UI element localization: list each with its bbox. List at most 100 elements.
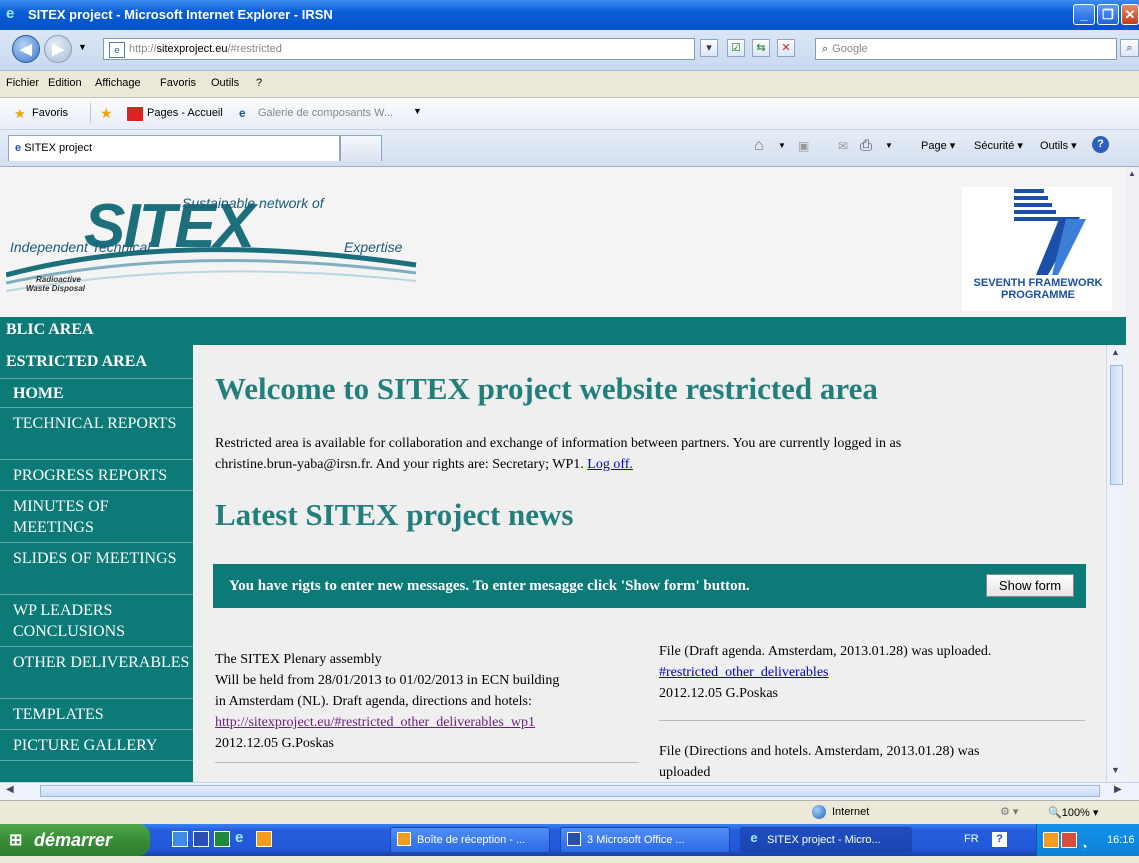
sidebar-item-progress-reports[interactable]: PROGRESS REPORTS — [0, 460, 193, 491]
quicklaunch-outlook-icon[interactable] — [256, 831, 272, 847]
news-heading: Latest SITEX project news — [215, 497, 574, 532]
maximize-button[interactable]: ❐ — [1097, 4, 1119, 25]
scroll-up-icon[interactable]: ▲ — [1128, 169, 1136, 178]
home-dropdown-icon[interactable]: ▼ — [778, 141, 786, 150]
message-bar: You have rigts to enter new messages. To… — [213, 564, 1086, 608]
menu-edition[interactable]: Edition — [48, 77, 82, 89]
sidebar-item-minutes-of-meetings[interactable]: MINUTES OF MEETINGS — [0, 491, 193, 543]
feeds-icon[interactable]: ▣ — [798, 139, 809, 153]
home-icon[interactable]: ⌂ — [754, 137, 764, 155]
restricted-area-link[interactable]: ESTRICTED AREA — [6, 353, 147, 371]
windows-logo-icon: ⊞ — [9, 832, 23, 849]
sidebar-item-templates[interactable]: TEMPLATES — [0, 699, 193, 730]
close-button[interactable]: ✕ — [1121, 4, 1139, 25]
task-sitex-ie[interactable]: e SITEX project - Micro... — [740, 827, 912, 853]
logoff-link[interactable]: Log off. — [587, 457, 633, 472]
sidebar-item-home[interactable]: HOME — [0, 378, 193, 408]
fp7-logo: SEVENTH FRAMEWORK PROGRAMME — [962, 187, 1112, 311]
favorites-button[interactable]: Favoris — [32, 107, 68, 119]
mail-icon[interactable]: ✉ — [838, 139, 848, 153]
scroll-left-icon[interactable]: ◀ — [6, 784, 14, 795]
public-area-link[interactable]: BLIC AREA — [6, 321, 94, 339]
minimize-button[interactable]: _ — [1073, 4, 1095, 25]
print-dropdown-icon[interactable]: ▼ — [885, 141, 893, 150]
tab-sitex-project[interactable]: e SITEX project — [8, 135, 340, 161]
tray-outlook-icon[interactable] — [1043, 832, 1059, 848]
help-tray-icon[interactable]: ? — [992, 832, 1007, 847]
start-button[interactable]: ⊞ démarrer — [0, 824, 150, 856]
system-tray: ◔ 16:16 — [1036, 824, 1139, 856]
menu-favoris[interactable]: Favoris — [160, 77, 196, 89]
deliverables-wp1-link[interactable]: http://sitexproject.eu/#restricted_other… — [215, 715, 535, 730]
quicklaunch-ie-icon[interactable]: e — [235, 829, 243, 846]
sidebar-item-slides-of-meetings[interactable]: SLIDES OF MEETINGS — [0, 543, 193, 595]
internet-zone-icon — [812, 805, 826, 819]
fp7-seven-icon — [1014, 189, 1086, 275]
show-form-button[interactable]: Show form — [986, 574, 1074, 597]
sidebar-item-wp-leaders-conclusions[interactable]: WP LEADERS CONCLUSIONS — [0, 595, 193, 647]
task-inbox[interactable]: Boîte de réception - ... — [390, 827, 550, 853]
ie-tab-icon: e — [15, 142, 22, 154]
refresh-icon[interactable]: ⇆ — [752, 39, 770, 57]
protected-mode-icon[interactable]: ⚙ ▾ — [1000, 805, 1018, 818]
sidebar-item-other-deliverables[interactable]: OTHER DELIVERABLES — [0, 647, 193, 699]
forward-button[interactable]: ▶ — [44, 35, 72, 63]
scroll-down-icon[interactable]: ▼ — [1111, 765, 1120, 775]
favorites-bar: ★ Favoris ★ Pages - Accueil e Galerie de… — [0, 98, 1139, 130]
news-divider — [215, 762, 639, 763]
scroll-thumb[interactable] — [1110, 365, 1123, 485]
sidebar-item-picture-gallery[interactable]: PICTURE GALLERY — [0, 730, 193, 761]
chevron-down-icon[interactable]: ▼ — [413, 106, 422, 116]
search-go-icon[interactable]: ⌕ — [1120, 39, 1139, 57]
menu-fichier[interactable]: Fichier — [6, 77, 39, 89]
horizontal-scrollbar[interactable]: ◀ ▶ — [0, 782, 1139, 800]
page-favicon-icon — [126, 106, 144, 122]
zoom-level[interactable]: 🔍100% ▾ — [1048, 806, 1098, 819]
hscroll-thumb[interactable] — [40, 785, 1100, 797]
security-menu[interactable]: Sécurité ▾ — [974, 139, 1023, 152]
address-dropdown-icon[interactable]: ▾ — [700, 39, 718, 57]
quicklaunch-word-icon[interactable] — [193, 831, 209, 847]
add-favorite-icon[interactable]: ★ — [100, 105, 113, 122]
tray-network-icon[interactable]: ◔ — [1080, 831, 1088, 863]
scroll-right-icon[interactable]: ▶ — [1114, 784, 1122, 795]
history-dropdown-icon[interactable]: ▼ — [78, 42, 87, 52]
favorite-galerie[interactable]: Galerie de composants W... — [258, 107, 393, 119]
help-icon[interactable]: ? — [1092, 136, 1109, 153]
search-input[interactable]: ⌕ Google — [815, 38, 1117, 60]
print-icon[interactable]: ⎙ — [860, 137, 872, 154]
menu-help[interactable]: ? — [256, 77, 262, 89]
new-tab-button[interactable] — [340, 135, 382, 161]
divider — [90, 103, 91, 123]
menu-outils[interactable]: Outils — [211, 77, 239, 89]
welcome-heading: Welcome to SITEX project website restric… — [215, 371, 878, 406]
menu-affichage[interactable]: Affichage — [95, 77, 141, 89]
sidebar-item-technical-reports[interactable]: TECHNICAL REPORTS — [0, 408, 193, 460]
window-title: SITEX project - Microsoft Internet Explo… — [28, 7, 333, 22]
menu-bar: Fichier Edition Affichage Favoris Outils… — [0, 71, 1139, 98]
tray-antivirus-icon[interactable] — [1061, 832, 1077, 848]
quicklaunch-excel-icon[interactable] — [214, 831, 230, 847]
back-button[interactable]: ◀ — [12, 35, 40, 63]
favorites-star-icon: ★ — [14, 106, 26, 121]
intro-text: Restricted area is available for collabo… — [215, 436, 902, 472]
window-title-bar[interactable]: e SITEX project - Microsoft Internet Exp… — [0, 0, 1139, 30]
news-item-draft-agenda: File (Draft agenda. Amsterdam, 2013.01.2… — [659, 644, 992, 701]
scroll-up-icon[interactable]: ▲ — [1111, 347, 1120, 357]
compat-view-icon[interactable]: ☑ — [727, 39, 745, 57]
news-divider — [659, 720, 1085, 721]
stop-icon[interactable]: ✕ — [777, 39, 795, 57]
message-bar-text: You have rigts to enter new messages. To… — [229, 578, 750, 594]
tools-menu[interactable]: Outils ▾ — [1040, 139, 1077, 152]
quicklaunch-desktop-icon[interactable] — [172, 831, 188, 847]
language-indicator[interactable]: FR — [964, 833, 979, 845]
page-menu[interactable]: Page ▾ — [921, 139, 955, 152]
content-scrollbar[interactable]: ▲ ▼ — [1106, 345, 1126, 782]
url-input[interactable]: e http://sitexproject.eu/#restricted — [103, 38, 695, 60]
window-scrollbar[interactable]: ▲ — [1126, 167, 1139, 782]
taskbar: ⊞ démarrer e Boîte de réception - ... 3 … — [0, 824, 1139, 856]
page-icon: e — [109, 42, 125, 58]
task-office[interactable]: 3 Microsoft Office ... — [560, 827, 730, 853]
other-deliverables-link[interactable]: #restricted_other_deliverables — [659, 665, 828, 680]
favorite-pages-accueil[interactable]: Pages - Accueil — [147, 107, 223, 119]
